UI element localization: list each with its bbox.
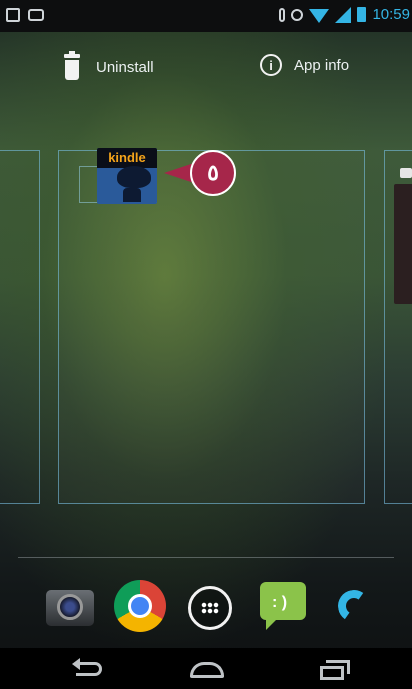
navigation-bar	[0, 648, 412, 689]
adjacent-widget-icon	[400, 168, 412, 178]
uninstall-drop-target[interactable]: Uninstall	[64, 51, 154, 80]
trash-icon	[64, 51, 80, 80]
chrome-icon[interactable]	[114, 580, 166, 632]
back-icon[interactable]	[70, 656, 110, 682]
info-icon: i	[260, 54, 282, 76]
bluetooth-icon	[279, 7, 286, 22]
battery-icon	[357, 7, 367, 22]
photo-notification-icon	[28, 9, 44, 21]
notification-icons	[6, 8, 44, 22]
home-icon[interactable]	[186, 656, 226, 682]
android-home-screen: 10:59 Uninstall i App info kindle ٥:)	[0, 0, 412, 689]
hotseat-divider	[18, 557, 394, 558]
cell-signal-icon	[335, 6, 352, 23]
all-apps-icon[interactable]	[188, 586, 232, 630]
status-bar: 10:59	[0, 0, 412, 32]
uninstall-label: Uninstall	[96, 58, 154, 76]
kindle-label: kindle	[108, 150, 146, 165]
camera-icon[interactable]	[44, 580, 96, 632]
recents-icon[interactable]	[314, 656, 354, 682]
callout-badge: ٥	[190, 150, 236, 196]
phone-icon[interactable]	[328, 580, 380, 632]
kindle-icon[interactable]: kindle	[97, 148, 157, 204]
app-info-drop-target[interactable]: i App info	[260, 54, 349, 76]
status-clock: 10:59	[372, 6, 410, 23]
workspace-page-left[interactable]	[0, 150, 40, 504]
app-info-label: App info	[294, 56, 350, 74]
system-icons: 10:59	[279, 6, 410, 23]
screenshot-notification-icon	[6, 8, 20, 22]
alarm-icon	[291, 8, 304, 21]
adjacent-widget-preview	[394, 184, 412, 304]
wifi-icon	[309, 8, 330, 23]
messenger-icon[interactable]: : )	[258, 580, 310, 632]
